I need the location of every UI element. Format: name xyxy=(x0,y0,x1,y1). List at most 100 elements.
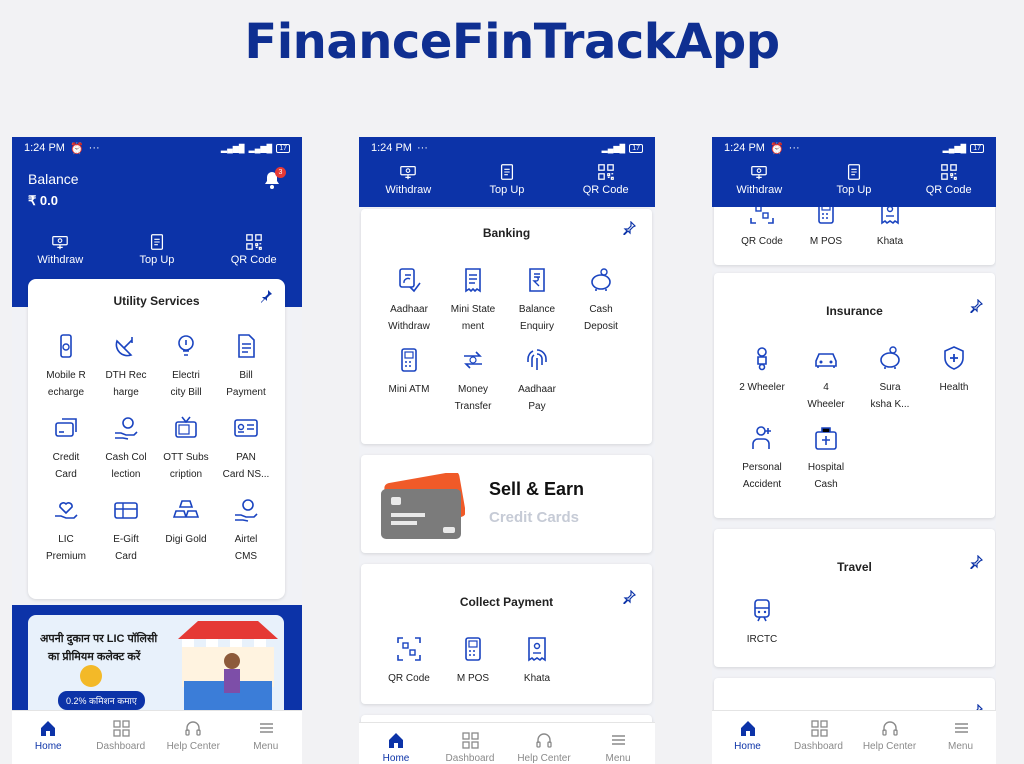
service-tile[interactable]: 2 Wheeler xyxy=(730,345,794,413)
tile-label-line1: Money xyxy=(457,384,488,395)
banner-line1: अपनी दुकान पर LIC पॉलिसी xyxy=(40,633,158,645)
topup-icon xyxy=(847,164,861,180)
tile-label-line2: lection xyxy=(111,469,141,480)
phone-screen-home: 1:24 PM ⏰ ··· ▂▄▆█ ▂▄▆█ 17 Balance ₹ 0.0 3 W… xyxy=(12,137,302,764)
service-tile[interactable]: PAN Card NS... xyxy=(216,415,276,483)
nav-menu[interactable]: Menu xyxy=(926,719,996,752)
service-tile[interactable]: Personal Accident xyxy=(730,425,794,493)
fingerprint-card-icon xyxy=(399,268,421,293)
service-tile[interactable]: Balance Enquiry xyxy=(505,267,569,335)
collect-payment-title: Collect Payment xyxy=(459,595,554,609)
action-label: Top Up xyxy=(489,184,525,196)
nav-help-center[interactable]: Help Center xyxy=(855,719,925,752)
service-tile[interactable]: Mini State ment xyxy=(441,267,505,335)
service-tile[interactable]: QR Code xyxy=(377,636,441,687)
service-tile[interactable]: Aadhaar Withdraw xyxy=(377,267,441,335)
balance-value: ₹ 0.0 xyxy=(28,193,58,208)
cash-hand-icon xyxy=(235,499,258,522)
action-top-up[interactable]: Top Up xyxy=(462,163,552,196)
pin-icon[interactable] xyxy=(969,555,983,569)
service-tile[interactable]: Cash Deposit xyxy=(569,267,633,335)
topup-icon xyxy=(150,234,164,250)
tile-label-line1: Airtel xyxy=(234,534,258,545)
service-tile[interactable]: 4 Wheeler xyxy=(794,345,858,413)
banking-title: Banking xyxy=(482,226,531,240)
pin-icon[interactable] xyxy=(969,299,983,313)
service-tile[interactable]: E-Gift Card xyxy=(96,497,156,565)
tile-label-line2: Accident xyxy=(742,479,782,490)
action-withdraw[interactable]: Withdraw xyxy=(714,163,804,196)
action-withdraw[interactable]: Withdraw xyxy=(15,233,105,266)
pin-icon[interactable] xyxy=(622,590,636,604)
tile-label-line2: Deposit xyxy=(584,321,618,332)
service-tile[interactable]: Bill Payment xyxy=(216,333,276,401)
battery-icon: 17 xyxy=(276,143,290,153)
khata-icon xyxy=(528,637,546,662)
action-top-up[interactable]: Top Up xyxy=(809,163,899,196)
travel-title: Travel xyxy=(837,560,872,574)
nav-menu[interactable]: Menu xyxy=(583,731,653,764)
service-tile[interactable]: Khata xyxy=(505,636,569,687)
tile-label-line1: Aadhaar xyxy=(390,304,428,315)
service-tile[interactable]: Cash Col lection xyxy=(96,415,156,483)
bill-icon xyxy=(238,334,255,358)
action-qr-code[interactable]: QR Code xyxy=(904,163,994,196)
action-top-up[interactable]: Top Up xyxy=(112,233,202,266)
nav-dashboard[interactable]: Dashboard xyxy=(435,731,505,764)
tile-label-line1: OTT Subs xyxy=(163,452,209,463)
pos-icon xyxy=(401,348,417,372)
nav-dashboard[interactable]: Dashboard xyxy=(784,719,854,752)
status-bar: 1:24 PM ⏰ ··· ▂▄▆█ 17 xyxy=(712,137,996,159)
pin-icon[interactable] xyxy=(622,221,636,235)
tile-label-line1: Aadhaar xyxy=(518,384,556,395)
quick-actions: Withdraw Top Up QR Code xyxy=(712,163,996,196)
tile-label-line1: Health xyxy=(939,382,969,393)
action-qr-code[interactable]: QR Code xyxy=(209,233,299,266)
status-dots: ··· xyxy=(788,142,800,154)
nav-help-center[interactable]: Help Center xyxy=(158,719,228,752)
notification-button[interactable]: 3 xyxy=(264,167,286,194)
service-tile[interactable]: Sura ksha K... xyxy=(858,345,922,413)
nav-menu[interactable]: Menu xyxy=(231,719,301,752)
service-tile[interactable]: Mini ATM xyxy=(377,347,441,415)
quick-actions: Withdraw Top Up QR Code xyxy=(359,163,655,196)
service-tile[interactable]: Mobile R echarge xyxy=(36,333,96,401)
nav-dashboard[interactable]: Dashboard xyxy=(86,719,156,752)
service-tile[interactable]: Credit Card xyxy=(36,415,96,483)
action-qr-code[interactable]: QR Code xyxy=(561,163,651,196)
gold-icon xyxy=(173,500,199,518)
service-tile[interactable]: Hospital Cash xyxy=(794,425,858,493)
service-tile[interactable]: LIC Premium xyxy=(36,497,96,565)
tile-label-line1: Sura xyxy=(879,382,901,393)
service-tile[interactable]: Money Transfer xyxy=(441,347,505,415)
home-icon xyxy=(389,733,403,748)
service-tile[interactable]: IRCTC xyxy=(730,597,794,648)
nav-home[interactable]: Home xyxy=(713,719,783,752)
pin-icon[interactable] xyxy=(259,289,273,303)
nav-label: Dashboard xyxy=(96,741,146,752)
service-tile[interactable]: Electri city Bill xyxy=(156,333,216,401)
nav-help-center[interactable]: Help Center xyxy=(509,731,579,764)
action-withdraw[interactable]: Withdraw xyxy=(363,163,453,196)
lic-promo-banner[interactable]: अपनी दुकान पर LIC पॉलिसी का प्रीमियम कले… xyxy=(28,615,284,715)
action-label: QR Code xyxy=(230,254,277,266)
service-tile[interactable]: Aadhaar Pay xyxy=(505,347,569,415)
service-tile[interactable]: DTH Rec harge xyxy=(96,333,156,401)
service-tile[interactable]: Digi Gold xyxy=(156,497,216,565)
service-tile[interactable]: M POS xyxy=(441,636,505,687)
status-dots: ··· xyxy=(416,142,428,154)
tile-label-line2: Payment xyxy=(226,387,266,398)
service-tile[interactable]: OTT Subs cription xyxy=(156,415,216,483)
tile-label-line2: Withdraw xyxy=(388,321,430,332)
battery-icon: 17 xyxy=(970,143,984,153)
tile-label-line2: Pay xyxy=(528,401,546,412)
nav-home[interactable]: Home xyxy=(361,731,431,764)
nav-home[interactable]: Home xyxy=(13,719,83,752)
tile-label-line2: Card NS... xyxy=(222,469,270,480)
sell-earn-card[interactable]: Sell & Earn Credit Cards xyxy=(361,455,652,553)
service-tile[interactable]: Health xyxy=(922,345,986,413)
tile-label-line1: Bill xyxy=(239,370,253,381)
tile-label-line2: Premium xyxy=(45,551,86,562)
pos-icon xyxy=(465,637,481,661)
service-tile[interactable]: Airtel CMS xyxy=(216,497,276,565)
